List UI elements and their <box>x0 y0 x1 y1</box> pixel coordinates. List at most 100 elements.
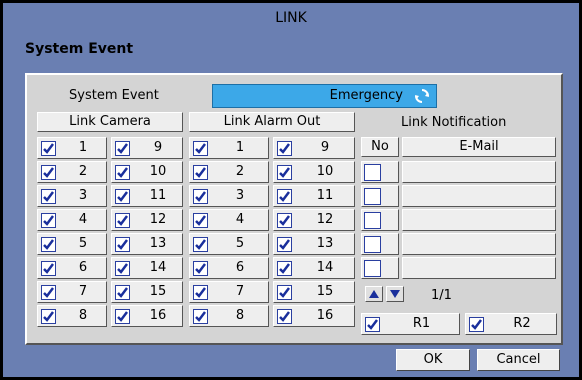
notification-checkbox[interactable] <box>364 236 381 253</box>
alarm-out-item[interactable]: 6 <box>189 257 269 279</box>
alarm-out-item[interactable]: 9 <box>273 137 355 159</box>
alarm-out-checkbox[interactable] <box>277 189 292 204</box>
r2-checkbox[interactable] <box>469 317 484 332</box>
notification-checkbox[interactable] <box>364 260 381 277</box>
ok-button[interactable]: OK <box>396 349 470 371</box>
alarm-out-checkbox[interactable] <box>193 261 208 276</box>
notification-email-cell[interactable] <box>402 161 556 183</box>
alarm-out-item[interactable]: 13 <box>273 233 355 255</box>
camera-item[interactable]: 5 <box>37 233 107 255</box>
alarm-out-checkbox[interactable] <box>277 285 292 300</box>
camera-checkbox[interactable] <box>115 237 130 252</box>
notification-row-select[interactable] <box>361 233 399 255</box>
camera-item[interactable]: 13 <box>111 233 183 255</box>
alarm-out-item[interactable]: 16 <box>273 305 355 327</box>
alarm-out-item[interactable]: 8 <box>189 305 269 327</box>
section-title: System Event <box>25 41 134 57</box>
notification-email-cell[interactable] <box>402 185 556 207</box>
camera-checkbox[interactable] <box>115 285 130 300</box>
alarm-out-item[interactable]: 15 <box>273 281 355 303</box>
alarm-out-checkbox[interactable] <box>277 165 292 180</box>
page-up-button[interactable] <box>365 286 383 302</box>
alarm-out-checkbox[interactable] <box>277 237 292 252</box>
alarm-out-number: 6 <box>235 260 245 275</box>
page-down-button[interactable] <box>386 286 404 302</box>
camera-item[interactable]: 8 <box>37 305 107 327</box>
camera-checkbox[interactable] <box>41 309 56 324</box>
camera-number: 12 <box>149 212 167 227</box>
camera-checkbox[interactable] <box>115 309 130 324</box>
alarm-out-number: 9 <box>320 140 330 155</box>
relay-r2[interactable]: R2 <box>465 313 557 335</box>
camera-item[interactable]: 7 <box>37 281 107 303</box>
alarm-out-checkbox[interactable] <box>193 285 208 300</box>
alarm-out-checkbox[interactable] <box>277 213 292 228</box>
notification-row-select[interactable] <box>361 161 399 183</box>
notification-email-cell[interactable] <box>402 209 556 231</box>
camera-item[interactable]: 3 <box>37 185 107 207</box>
camera-checkbox[interactable] <box>115 165 130 180</box>
camera-checkbox[interactable] <box>41 261 56 276</box>
alarm-out-checkbox[interactable] <box>277 141 292 156</box>
camera-number: 3 <box>78 188 88 203</box>
alarm-out-checkbox[interactable] <box>193 237 208 252</box>
camera-checkbox[interactable] <box>115 189 130 204</box>
camera-checkbox[interactable] <box>41 285 56 300</box>
relay-r1[interactable]: R1 <box>361 313 460 335</box>
alarm-out-item[interactable]: 7 <box>189 281 269 303</box>
alarm-out-item[interactable]: 2 <box>189 161 269 183</box>
camera-checkbox[interactable] <box>115 213 130 228</box>
camera-checkbox[interactable] <box>115 261 130 276</box>
system-event-select[interactable]: Emergency <box>212 84 437 108</box>
notification-email-cell[interactable] <box>402 233 556 255</box>
alarm-out-number: 5 <box>235 236 245 251</box>
alarm-out-item[interactable]: 5 <box>189 233 269 255</box>
camera-item[interactable]: 10 <box>111 161 183 183</box>
alarm-out-item[interactable]: 10 <box>273 161 355 183</box>
alarm-out-number: 1 <box>235 140 245 155</box>
alarm-out-checkbox[interactable] <box>193 309 208 324</box>
notification-row-select[interactable] <box>361 257 399 279</box>
camera-item[interactable]: 9 <box>111 137 183 159</box>
notification-row-select[interactable] <box>361 185 399 207</box>
alarm-out-checkbox[interactable] <box>193 141 208 156</box>
alarm-out-item[interactable]: 14 <box>273 257 355 279</box>
link-notification-header: Link Notification <box>401 115 507 130</box>
alarm-out-checkbox[interactable] <box>193 165 208 180</box>
r1-checkbox[interactable] <box>365 317 380 332</box>
camera-checkbox[interactable] <box>41 141 56 156</box>
camera-item[interactable]: 15 <box>111 281 183 303</box>
camera-checkbox[interactable] <box>41 237 56 252</box>
alarm-out-item[interactable]: 12 <box>273 209 355 231</box>
refresh-icon[interactable] <box>414 88 430 104</box>
alarm-out-checkbox[interactable] <box>193 213 208 228</box>
alarm-out-item[interactable]: 3 <box>189 185 269 207</box>
notification-checkbox[interactable] <box>364 164 381 181</box>
camera-checkbox[interactable] <box>115 141 130 156</box>
camera-number: 1 <box>78 140 88 155</box>
notification-checkbox[interactable] <box>364 212 381 229</box>
cancel-button[interactable]: Cancel <box>477 349 560 371</box>
camera-item[interactable]: 4 <box>37 209 107 231</box>
camera-item[interactable]: 14 <box>111 257 183 279</box>
notification-checkbox[interactable] <box>364 188 381 205</box>
notification-email-cell[interactable] <box>402 257 556 279</box>
camera-item[interactable]: 6 <box>37 257 107 279</box>
alarm-out-item[interactable]: 1 <box>189 137 269 159</box>
camera-checkbox[interactable] <box>41 165 56 180</box>
alarm-out-item[interactable]: 4 <box>189 209 269 231</box>
alarm-out-checkbox[interactable] <box>277 309 292 324</box>
camera-item[interactable]: 1 <box>37 137 107 159</box>
camera-item[interactable]: 16 <box>111 305 183 327</box>
camera-item[interactable]: 2 <box>37 161 107 183</box>
camera-checkbox[interactable] <box>41 189 56 204</box>
alarm-out-checkbox[interactable] <box>277 261 292 276</box>
camera-number: 5 <box>78 236 88 251</box>
alarm-out-checkbox[interactable] <box>193 189 208 204</box>
alarm-out-item[interactable]: 11 <box>273 185 355 207</box>
notification-row-select[interactable] <box>361 209 399 231</box>
camera-checkbox[interactable] <box>41 213 56 228</box>
camera-item[interactable]: 12 <box>111 209 183 231</box>
camera-item[interactable]: 11 <box>111 185 183 207</box>
settings-panel: System Event Emergency Link Camera Link … <box>25 73 563 345</box>
